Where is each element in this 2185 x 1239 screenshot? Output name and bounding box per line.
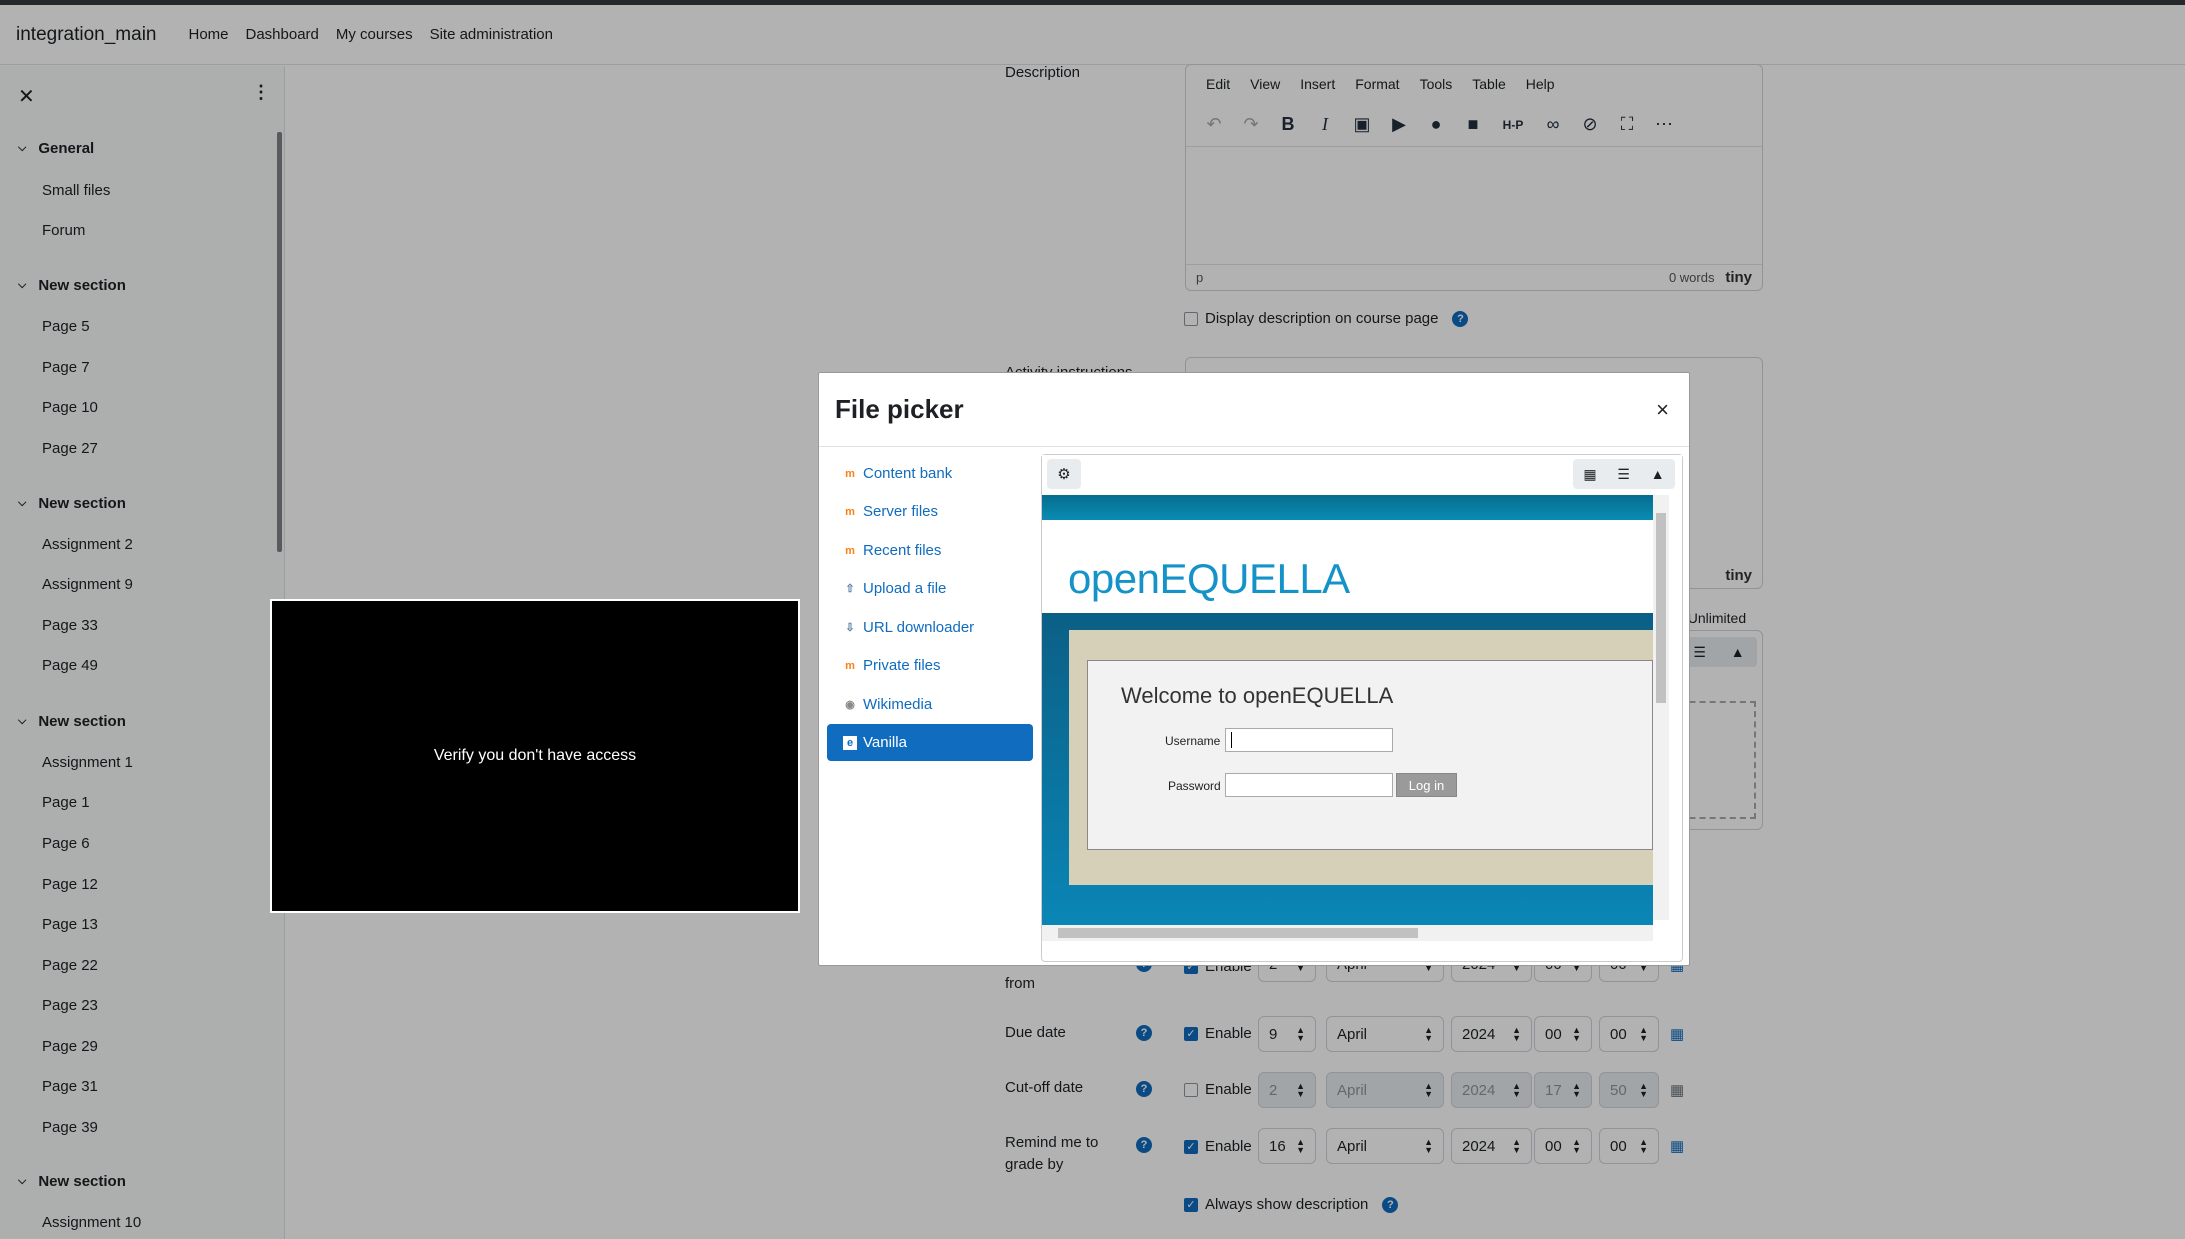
equella-login-frame: openEQUELLA Welcome to openEQUELLA Usern… (1042, 495, 1682, 941)
grid-view-icon[interactable]: ▦ (1583, 466, 1596, 483)
repo-wikimedia[interactable]: ◉ Wikimedia (827, 686, 1033, 723)
scroll-thumb[interactable] (1656, 513, 1666, 703)
vertical-scrollbar[interactable] (1653, 495, 1669, 920)
list-view-icon[interactable]: ☰ (1617, 466, 1630, 483)
repo-url-downloader[interactable]: ⇩ URL downloader (827, 609, 1033, 646)
gear-icon[interactable]: ⚙ (1047, 459, 1081, 489)
text-cursor (1231, 732, 1232, 748)
moodle-icon: m (845, 505, 855, 518)
view-mode-buttons: ▦ ☰ ▲ (1573, 459, 1675, 489)
openequella-logo: openEQUELLA (1068, 555, 1350, 602)
folder-icon[interactable]: ▲ (1651, 466, 1665, 482)
repo-vanilla[interactable]: e Vanilla (827, 724, 1033, 761)
access-verification-overlay: Verify you don't have access (270, 599, 800, 913)
moodle-icon: m (845, 467, 855, 480)
username-label: Username (1165, 734, 1221, 748)
username-input[interactable] (1225, 728, 1393, 752)
login-button[interactable]: Log in (1396, 773, 1457, 797)
password-label: Password (1168, 779, 1221, 793)
password-input[interactable] (1225, 773, 1393, 797)
repo-recent-files[interactable]: m Recent files (827, 532, 1033, 569)
scroll-thumb[interactable] (1058, 928, 1418, 938)
upload-icon: ⇧ (845, 583, 855, 595)
verification-text: Verify you don't have access (433, 747, 637, 764)
picker-toolbar: ⚙ ▦ ☰ ▲ (1042, 455, 1682, 493)
file-picker-dialog: File picker × m Content bank m Server file… (818, 372, 1690, 966)
dialog-title: File picker (835, 394, 964, 424)
dialog-header: File picker × (819, 373, 1689, 447)
close-icon[interactable]: × (1656, 397, 1669, 423)
repo-server-files[interactable]: m Server files (827, 493, 1033, 530)
repo-upload-file[interactable]: ⇧ Upload a file (827, 570, 1033, 607)
download-icon: ⇩ (845, 622, 855, 634)
login-panel: Welcome to openEQUELLA Username Password… (1087, 660, 1653, 850)
repo-content-bank[interactable]: m Content bank (827, 455, 1033, 492)
wikimedia-icon: ◉ (845, 699, 855, 711)
horizontal-scrollbar[interactable] (1042, 925, 1653, 941)
repo-private-files[interactable]: m Private files (827, 647, 1033, 684)
moodle-icon: m (845, 659, 855, 672)
repository-content-area: ⚙ ▦ ☰ ▲ openEQUELLA Welcome to openEQUEL… (1041, 454, 1683, 962)
moodle-icon: m (845, 544, 855, 557)
equella-icon: e (843, 735, 857, 750)
equella-header-bar (1042, 495, 1653, 520)
welcome-heading: Welcome to openEQUELLA (1121, 683, 1394, 708)
